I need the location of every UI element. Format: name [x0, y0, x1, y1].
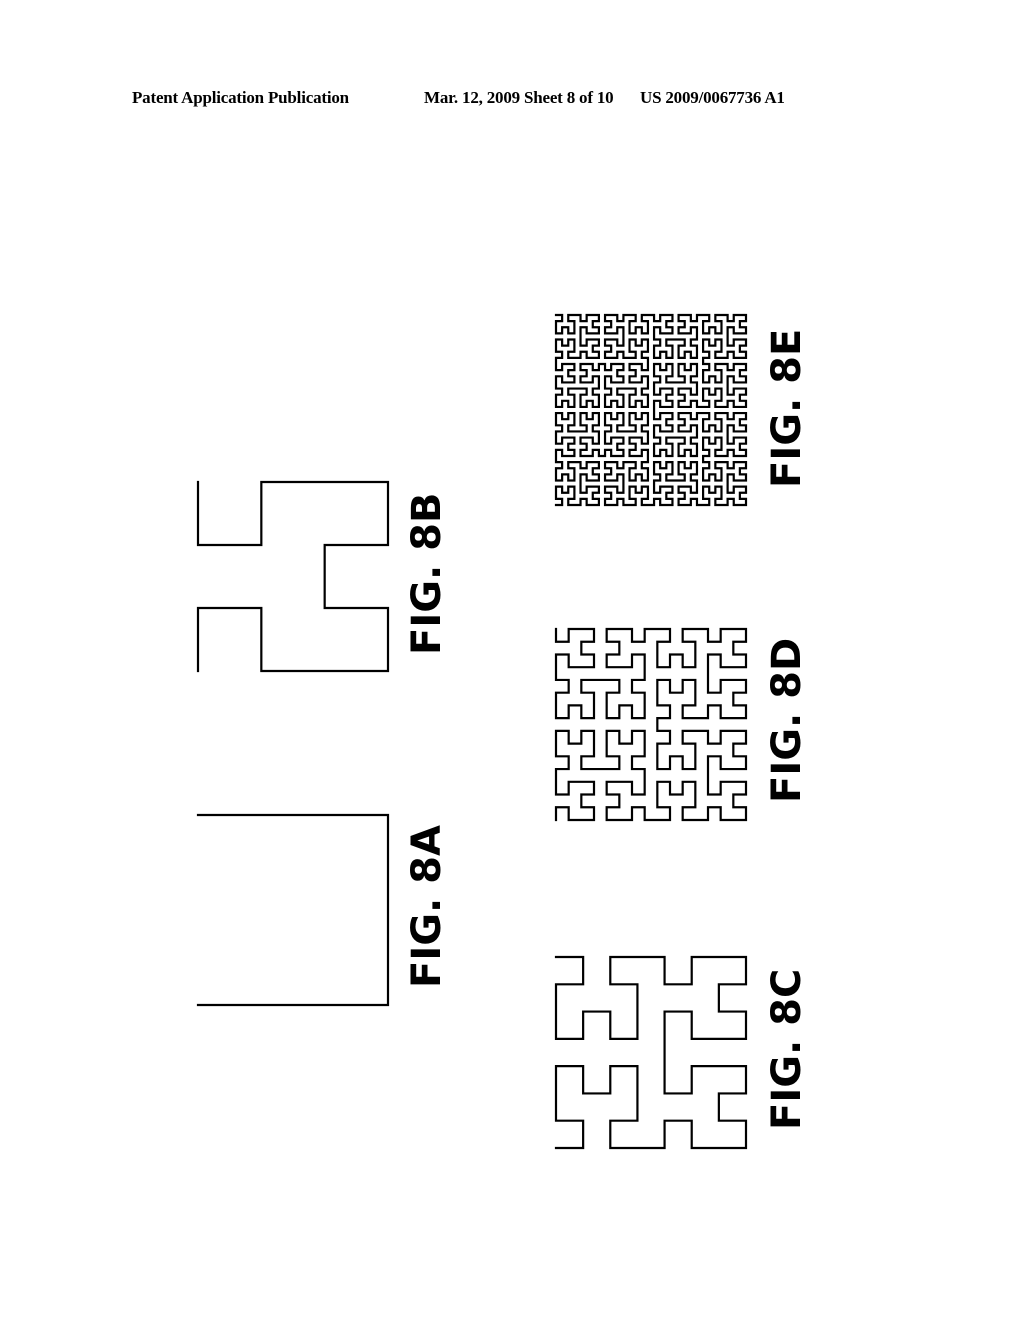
hilbert-curve-8e — [554, 313, 748, 507]
figure-label-8d: FIG. 8D — [764, 638, 810, 803]
figure-label-8a: FIG. 8A — [404, 825, 450, 988]
figure-8a: FIG. 8A — [196, 813, 450, 1007]
figure-8b: FIG. 8B — [196, 480, 450, 673]
figure-8d: FIG. 8D — [554, 627, 810, 822]
figure-8c: FIG. 8C — [554, 955, 810, 1150]
figure-8e: FIG. 8E — [554, 313, 810, 507]
drawing-sheet: FIG. 8A FIG. 8B FIG. 8C FIG. 8D FIG. 8E — [196, 313, 810, 1150]
figure-label-8b: FIG. 8B — [404, 493, 450, 655]
hilbert-curve-8c — [554, 955, 748, 1150]
hilbert-curve-8d — [554, 627, 748, 822]
hilbert-curve-8a — [196, 813, 390, 1007]
figure-label-8e: FIG. 8E — [764, 329, 810, 488]
hilbert-curve-8b — [196, 480, 390, 673]
figure-label-8c: FIG. 8C — [764, 969, 810, 1130]
